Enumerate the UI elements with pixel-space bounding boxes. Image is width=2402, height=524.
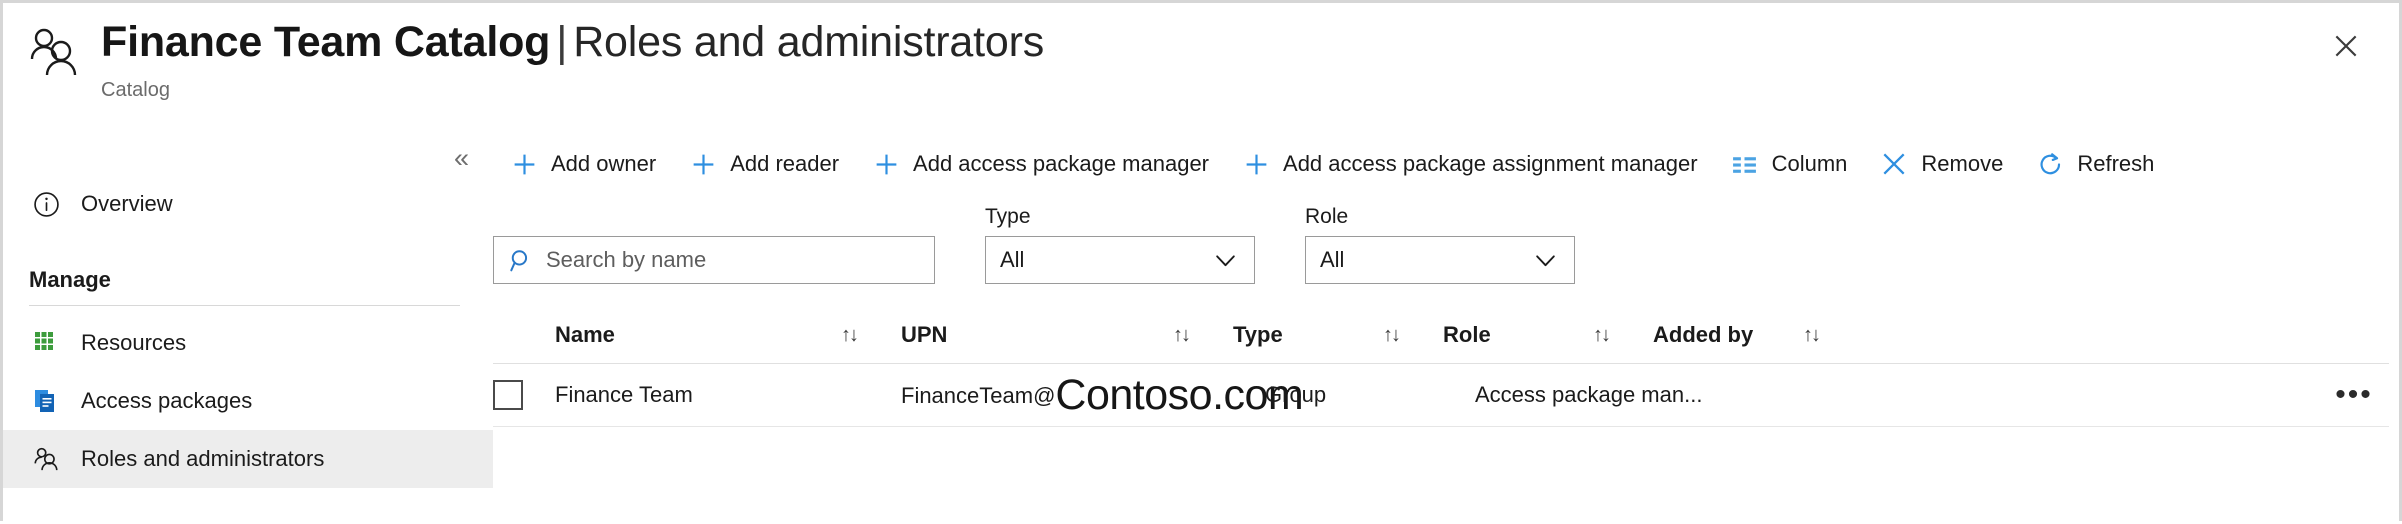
plus-icon [871, 149, 901, 179]
role-filter-value: All [1320, 247, 1344, 273]
toolbar-label: Add access package assignment manager [1283, 151, 1698, 177]
sidebar-item-label: Resources [81, 330, 186, 356]
people-group-icon [25, 23, 85, 83]
info-circle-icon [29, 187, 63, 221]
type-filter-label: Type [985, 205, 1255, 229]
main-content: Add owner Add reader Add access package … [493, 131, 2399, 521]
column-header-type[interactable]: Type [1233, 322, 1375, 348]
table-header-row: Name ↑↓ UPN ↑↓ Type ↑↓ [493, 307, 2389, 364]
chevron-double-left-icon: « [454, 143, 469, 173]
page-title-strong: Finance Team Catalog [101, 18, 550, 66]
row-menu-cell: ••• [2319, 390, 2389, 400]
sidebar-item-label: Roles and administrators [81, 446, 324, 472]
sidebar-item-overview[interactable]: Overview [3, 175, 493, 233]
sidebar-item-roles-and-administrators[interactable]: Roles and administrators [3, 430, 493, 488]
search-icon [508, 247, 534, 273]
add-access-package-manager-button[interactable]: Add access package manager [855, 140, 1225, 188]
sort-button-type[interactable]: ↑↓ [1375, 324, 1411, 347]
column-header-label: Added by [1653, 322, 1753, 348]
sidebar-divider [29, 305, 460, 306]
column-button[interactable]: Column [1714, 140, 1864, 188]
toolbar-label: Add owner [551, 151, 656, 177]
cell-type: Group [1265, 382, 1407, 408]
page-title: Finance Team Catalog|Roles and administr… [101, 15, 1044, 69]
command-toolbar: Add owner Add reader Add access package … [493, 136, 2170, 192]
cell-name: Finance Team [555, 382, 833, 408]
sort-button-added-by[interactable]: ↑↓ [1795, 324, 1831, 347]
sort-icon: ↑↓ [1803, 324, 1819, 347]
role-filter-label: Role [1305, 205, 1575, 229]
type-filter-group: Type All [985, 205, 1255, 284]
refresh-button[interactable]: Refresh [2019, 140, 2170, 188]
column-header-label: Type [1233, 322, 1283, 348]
column-header-added-by[interactable]: Added by [1653, 322, 1795, 348]
sort-icon: ↑↓ [1383, 324, 1399, 347]
title-block: Finance Team Catalog|Roles and administr… [101, 15, 1044, 102]
add-owner-button[interactable]: Add owner [493, 140, 672, 188]
cell-upn-user: FinanceTeam@ [901, 383, 1055, 408]
page-title-separator: | [550, 18, 573, 66]
blade-panel: Finance Team Catalog|Roles and administr… [0, 0, 2402, 521]
plus-icon [509, 149, 539, 179]
sort-button-role[interactable]: ↑↓ [1585, 324, 1621, 347]
sort-icon: ↑↓ [841, 324, 857, 347]
sidebar-section-manage: Manage [3, 267, 493, 293]
sidebar-item-access-packages[interactable]: Access packages [3, 372, 493, 430]
sidebar-item-label: Access packages [81, 388, 252, 414]
role-filter-select[interactable]: All [1305, 236, 1575, 284]
page-title-light: Roles and administrators [573, 18, 1044, 66]
add-access-package-assignment-manager-button[interactable]: Add access package assignment manager [1225, 140, 1714, 188]
documents-icon [29, 384, 63, 418]
column-header-upn[interactable]: UPN [901, 322, 1165, 348]
people-group-icon [29, 442, 63, 476]
role-filter-group: Role All [1305, 205, 1575, 284]
close-x-icon [1879, 149, 1909, 179]
sidebar: « Overview Manage [3, 131, 493, 524]
columns-icon [1730, 149, 1760, 179]
row-checkbox[interactable] [493, 380, 523, 410]
toolbar-label: Column [1772, 151, 1848, 177]
cell-upn: FinanceTeam@Contoso.com [901, 371, 1233, 420]
row-checkbox-cell [493, 380, 555, 410]
chevron-down-icon [1532, 247, 1558, 273]
remove-button[interactable]: Remove [1863, 140, 2019, 188]
sort-icon: ↑↓ [1593, 324, 1609, 347]
sort-button-name[interactable]: ↑↓ [833, 324, 869, 347]
ellipsis-icon[interactable]: ••• [2335, 390, 2373, 400]
column-header-name[interactable]: Name [555, 322, 833, 348]
search-box[interactable] [493, 236, 935, 284]
table-row[interactable]: Finance Team FinanceTeam@Contoso.com Gro… [493, 364, 2389, 427]
toolbar-label: Remove [1921, 151, 2003, 177]
roles-table: Name ↑↓ UPN ↑↓ Type ↑↓ [493, 307, 2389, 427]
sidebar-item-label: Overview [81, 191, 173, 217]
column-header-role[interactable]: Role [1443, 322, 1585, 348]
toolbar-label: Add reader [730, 151, 839, 177]
filter-bar: Type All Role All [493, 205, 1575, 284]
blade-header: Finance Team Catalog|Roles and administr… [3, 3, 2399, 131]
plus-icon [1241, 149, 1271, 179]
column-header-label: Role [1443, 322, 1491, 348]
refresh-icon [2035, 149, 2065, 179]
column-header-label: UPN [901, 322, 947, 348]
sort-icon: ↑↓ [1173, 324, 1189, 347]
toolbar-label: Refresh [2077, 151, 2154, 177]
search-input[interactable] [544, 246, 934, 274]
sidebar-item-resources[interactable]: Resources [3, 314, 493, 372]
close-icon [2331, 31, 2361, 66]
chevron-down-icon [1212, 247, 1238, 273]
cell-role: Access package man... [1475, 382, 1795, 408]
search-field-group [493, 236, 935, 284]
close-button[interactable] [2323, 25, 2369, 71]
grid-icon [29, 326, 63, 360]
type-filter-value: All [1000, 247, 1024, 273]
collapse-sidebar-button[interactable]: « [448, 141, 475, 176]
plus-icon [688, 149, 718, 179]
add-reader-button[interactable]: Add reader [672, 140, 855, 188]
column-header-label: Name [555, 322, 615, 348]
sort-button-upn[interactable]: ↑↓ [1165, 324, 1201, 347]
page-subtitle: Catalog [101, 78, 1044, 102]
toolbar-label: Add access package manager [913, 151, 1209, 177]
type-filter-select[interactable]: All [985, 236, 1255, 284]
